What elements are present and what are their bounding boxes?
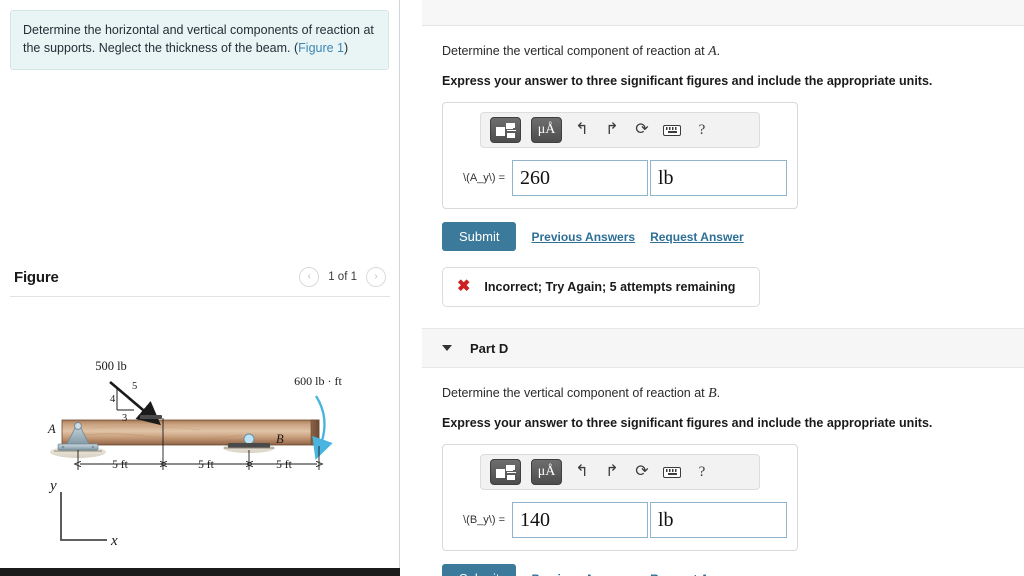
part-d-field-row: \(B_y\) = 140 lb — [453, 502, 787, 539]
part-c-request-answer-link[interactable]: Request Answer — [650, 230, 744, 244]
figure-title: Figure — [14, 268, 59, 286]
figure-divider — [10, 296, 390, 297]
template-icon[interactable] — [490, 459, 521, 486]
part-d-prompt: Determine the vertical component of reac… — [442, 384, 1024, 404]
part-c-variable-label: \(A_y\) = — [463, 172, 505, 185]
slope-run-label: 3 — [122, 413, 127, 424]
part-d-section: Part D Determine the vertical component … — [400, 328, 1024, 576]
support-b-label: B — [276, 432, 284, 446]
right-panel: Determine the vertical component of reac… — [400, 0, 1024, 576]
problem-text-after: ) — [344, 41, 349, 56]
figure-prev-button[interactable]: ‹ — [299, 267, 320, 287]
figure-nav: ‹ 1 of 1 › — [299, 267, 386, 287]
support-a-label: A — [47, 422, 56, 436]
part-c-submit-button[interactable]: Submit — [442, 222, 517, 252]
help-icon[interactable]: ? — [692, 119, 712, 141]
dim-label-2: 5 ft — [198, 459, 214, 471]
left-panel: Determine the horizontal and vertical co… — [0, 0, 400, 576]
keyboard-icon[interactable] — [662, 119, 682, 141]
top-strip — [422, 0, 1024, 26]
units-icon[interactable]: μÅ — [531, 459, 562, 486]
units-label: μÅ — [537, 122, 556, 138]
dim-label-1: 5 ft — [112, 459, 128, 471]
part-d-prompt-variable: B — [708, 386, 717, 402]
bottom-black-bar — [0, 568, 400, 576]
part-d-instruction: Express your answer to three significant… — [442, 415, 933, 430]
part-c-previous-answers-link[interactable]: Previous Answers — [531, 230, 635, 244]
part-d-actions: Submit Previous Answers Request Answer — [442, 564, 1024, 576]
help-icon[interactable]: ? — [692, 461, 712, 483]
part-c-prompt: Determine the vertical component of reac… — [442, 42, 1024, 62]
redo-icon[interactable]: ↱ — [602, 119, 622, 141]
part-c-prompt-suffix: . — [716, 44, 721, 58]
part-d-previous-answers-link[interactable]: Previous Answers — [531, 572, 635, 576]
part-d-request-answer-link[interactable]: Request Answer — [650, 572, 744, 576]
part-d-answer-input[interactable]: 140 — [512, 502, 648, 539]
part-d-title: Part D — [470, 340, 509, 356]
part-c-toolbar: μÅ ↰ ↱ ⟳ ? — [480, 112, 760, 149]
page-root: Determine the horizontal and vertical co… — [0, 0, 1024, 576]
part-d-answer-card: μÅ ↰ ↱ ⟳ ? \(B_y\) = 140 lb — [442, 444, 798, 552]
undo-icon[interactable]: ↰ — [572, 461, 592, 483]
part-c-unit-input[interactable]: lb — [650, 160, 787, 197]
part-c-prompt-prefix: Determine the vertical component of reac… — [442, 44, 709, 58]
part-c-field-row: \(A_y\) = 260 lb — [453, 160, 787, 197]
undo-icon[interactable]: ↰ — [572, 119, 592, 141]
part-d-prompt-prefix: Determine the vertical component of reac… — [442, 386, 709, 401]
force-500lb-label: 500 lb — [95, 359, 127, 373]
units-icon[interactable]: μÅ — [531, 117, 562, 144]
figure-next-button[interactable]: › — [366, 267, 386, 287]
beam-diagram-svg: A B 500 lb 4 3 5 600 lb · ft 5 ft 5 ft 5… — [47, 359, 342, 549]
part-c-answer-card: μÅ ↰ ↱ ⟳ ? \(A_y\) = 260 lb — [442, 102, 798, 210]
axis-y-label: y — [48, 478, 57, 494]
slope-hyp-label: 5 — [132, 381, 137, 392]
figure-header: Figure ‹ 1 of 1 › — [0, 258, 400, 296]
part-d-prompt-suffix: . — [716, 386, 721, 401]
moment-600lbft-label: 600 lb · ft — [294, 374, 342, 388]
part-d-toolbar: μÅ ↰ ↱ ⟳ ? — [480, 454, 760, 491]
part-d-submit-button[interactable]: Submit — [442, 564, 517, 576]
part-d-header[interactable]: Part D — [422, 328, 1024, 369]
chevron-down-icon[interactable] — [442, 345, 452, 352]
units-label: μÅ — [537, 464, 556, 480]
dim-label-3: 5 ft — [276, 459, 292, 471]
coordinate-axes — [60, 492, 107, 541]
part-c-instruction: Express your answer to three significant… — [442, 73, 933, 88]
axis-x-label: x — [110, 533, 118, 549]
part-c-feedback-message: Incorrect; Try Again; 5 attempts remaini… — [484, 280, 736, 295]
problem-statement: Determine the horizontal and vertical co… — [10, 10, 389, 71]
part-c-section: Determine the vertical component of reac… — [400, 42, 1024, 308]
part-c-prompt-variable: A — [708, 44, 717, 59]
figure-link[interactable]: Figure 1 — [298, 41, 344, 55]
part-d-variable-label: \(B_y\) = — [463, 514, 505, 527]
redo-icon[interactable]: ↱ — [602, 461, 622, 483]
x-mark-icon: ✖ — [457, 278, 471, 296]
keyboard-icon[interactable] — [662, 461, 682, 483]
part-d-unit-input[interactable]: lb — [650, 502, 787, 539]
part-c-answer-input[interactable]: 260 — [512, 160, 648, 197]
figure-counter: 1 of 1 — [328, 271, 357, 283]
part-c-feedback: ✖ Incorrect; Try Again; 5 attempts remai… — [442, 267, 760, 308]
beam-diagram: A B 500 lb 4 3 5 600 lb · ft 5 ft 5 ft 5… — [0, 300, 400, 576]
reset-icon[interactable]: ⟳ — [632, 119, 652, 141]
slope-rise-label: 4 — [110, 394, 116, 405]
template-icon[interactable] — [490, 117, 521, 144]
part-c-actions: Submit Previous Answers Request Answer — [442, 222, 1024, 252]
reset-icon[interactable]: ⟳ — [632, 461, 652, 483]
